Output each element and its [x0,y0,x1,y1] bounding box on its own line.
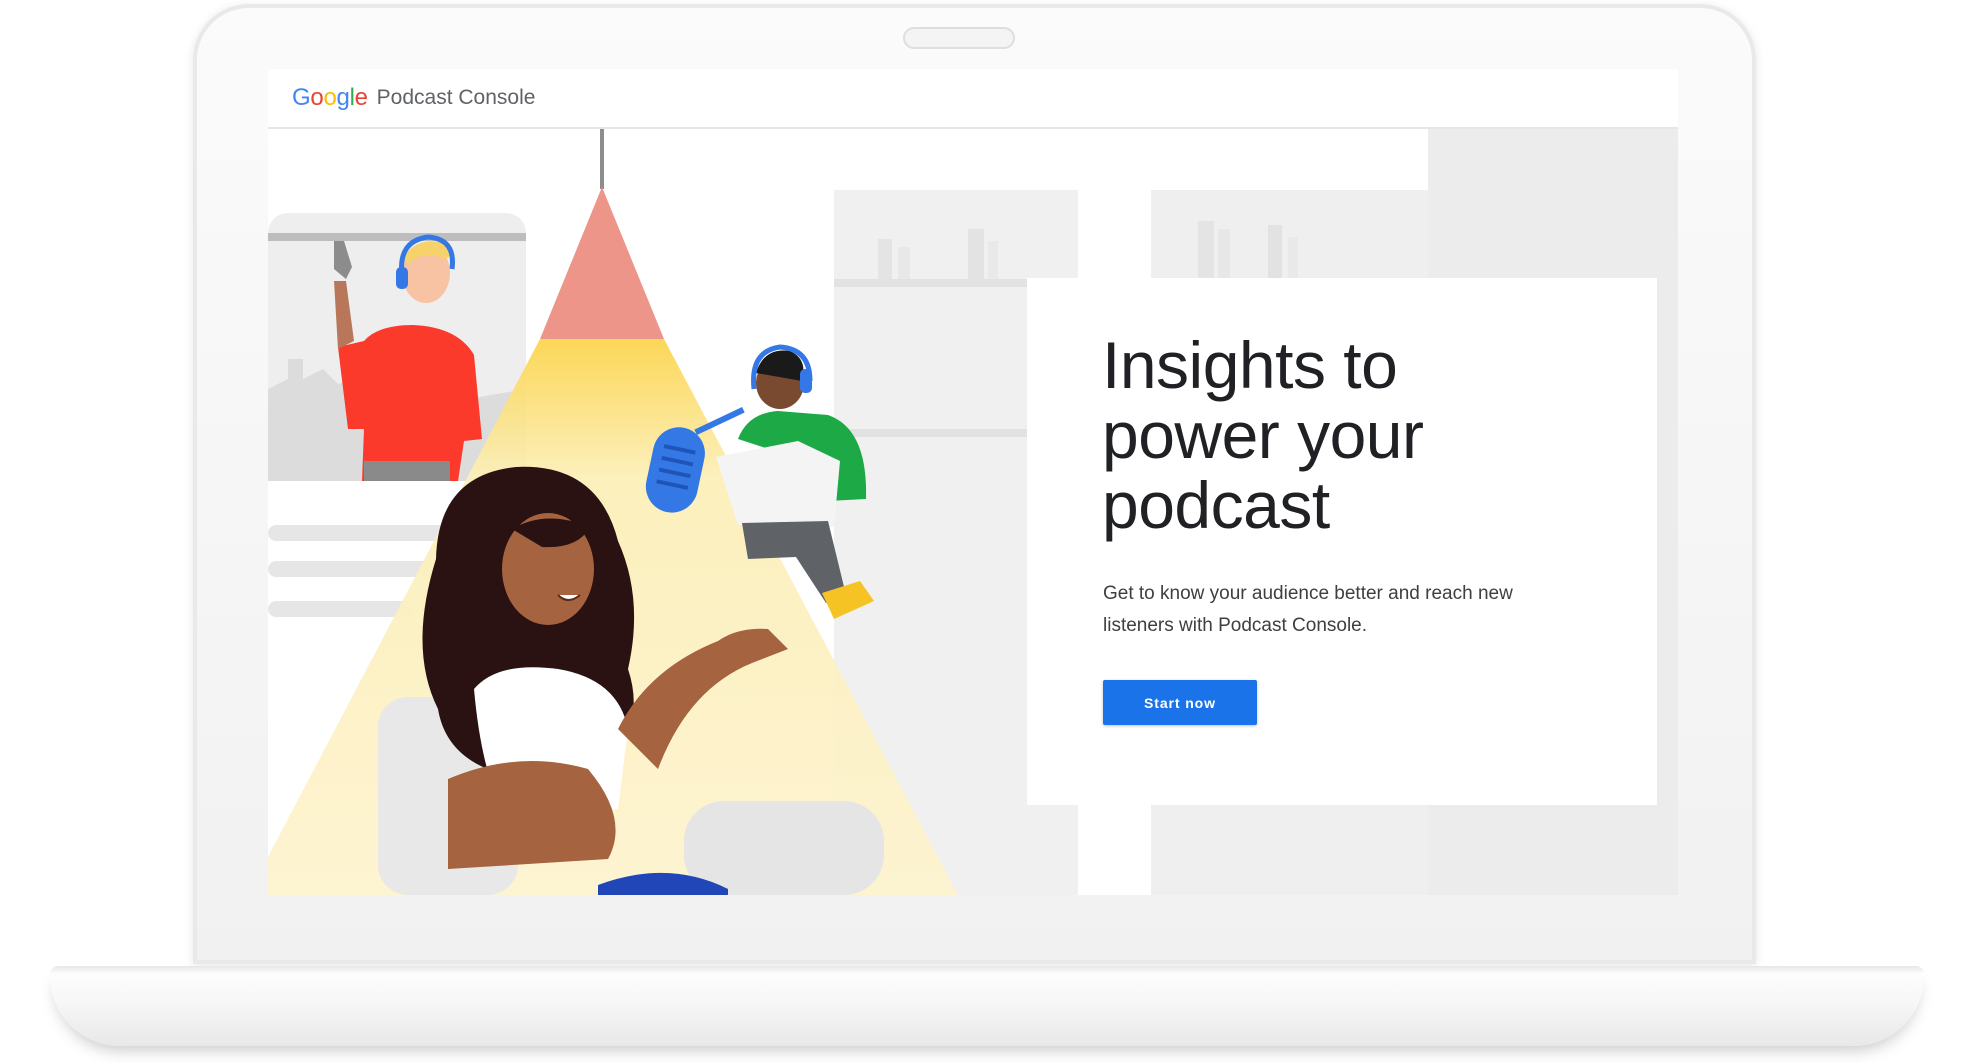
hero-title-line: Insights to [1102,328,1398,402]
hero-title-line: power your [1102,398,1424,472]
product-name: Podcast Console [376,86,536,109]
logo-letter: o [310,84,324,111]
logo-letter: o [323,84,337,111]
laptop-base [50,966,1924,1046]
logo-letter: G [292,84,311,111]
logo-letter: e [354,84,368,111]
google-logo[interactable]: Google [292,84,368,112]
logo-letter: g [336,84,350,111]
hero-description-line: listeners with Podcast Console. [1103,615,1368,636]
laptop-camera [903,27,1015,49]
hero-description-line: Get to know your audience better and rea… [1103,583,1513,604]
hero-title: Insights to power your podcast [1102,330,1622,540]
hero-title-line: podcast [1102,468,1330,542]
hero-description: Get to know your audience better and rea… [1103,578,1573,642]
laptop-base-edge [50,966,1924,974]
start-now-button[interactable]: Start now [1103,680,1257,725]
app-header: Google Podcast Console [268,69,1678,129]
hero-card: Insights to power your podcast Get to kn… [1027,278,1657,805]
